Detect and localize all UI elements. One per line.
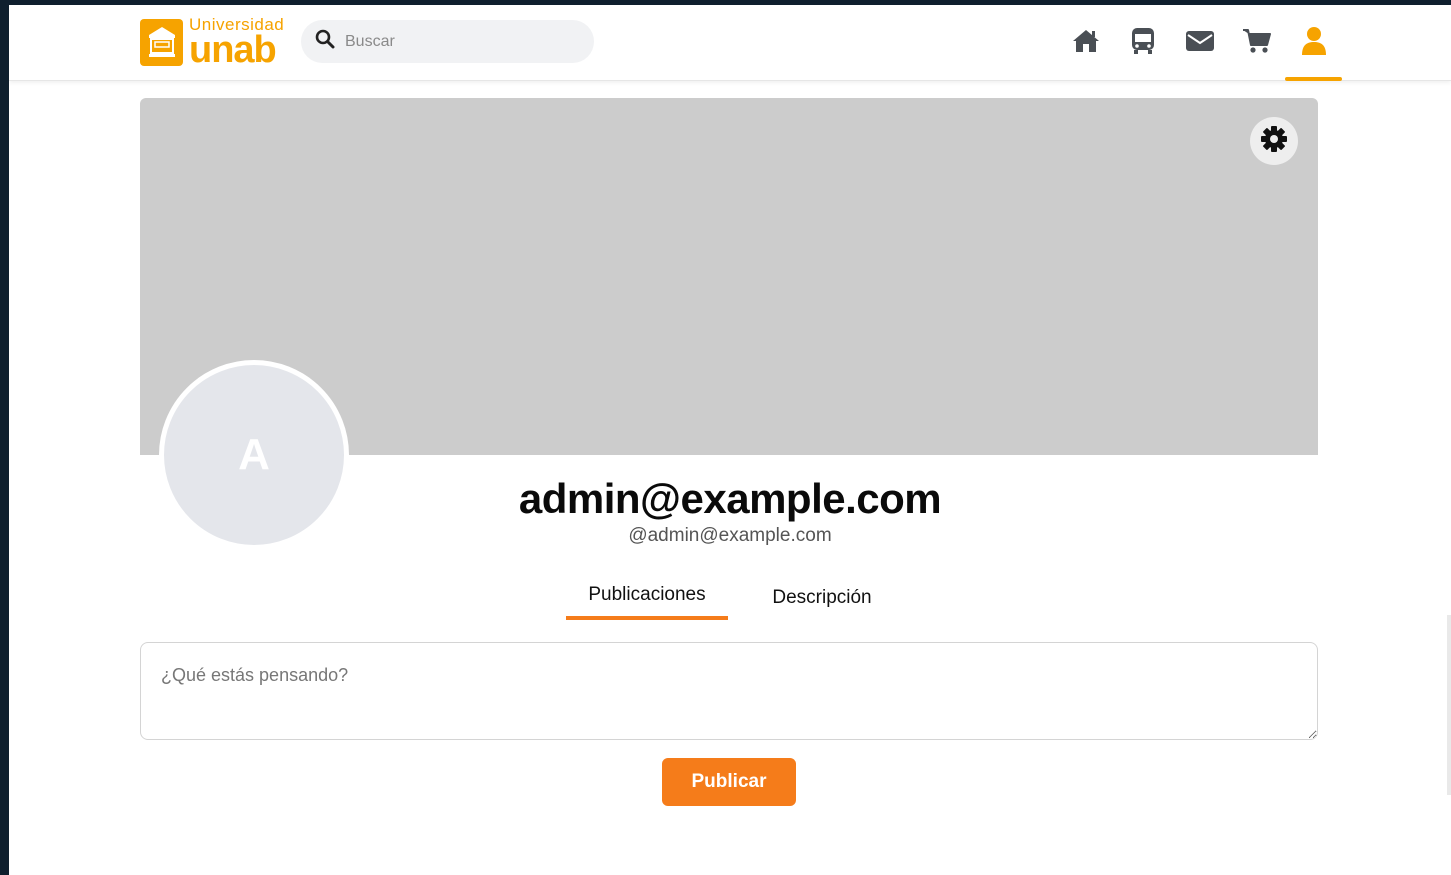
bus-icon [1129, 26, 1157, 61]
search-bar[interactable] [301, 20, 594, 63]
university-building-icon [140, 18, 183, 66]
search-input[interactable] [345, 32, 565, 51]
mail-icon [1185, 30, 1215, 57]
logo-wordmark: Universidad unab [189, 16, 284, 69]
nav-bus-button[interactable] [1114, 23, 1171, 63]
nav-profile-button[interactable] [1285, 23, 1342, 81]
logo-unab-text: unab [189, 28, 277, 71]
scrollbar-edge[interactable] [1447, 615, 1451, 795]
profile-settings-button[interactable] [1250, 117, 1298, 165]
profile-name: admin@example.com [518, 475, 942, 522]
nav-cart-button[interactable] [1228, 23, 1285, 63]
unab-logo[interactable]: Universidad unab [140, 16, 284, 69]
nav-mail-button[interactable] [1171, 23, 1228, 63]
cart-icon [1242, 27, 1272, 60]
search-icon [315, 29, 335, 54]
avatar-initial: A [238, 430, 270, 479]
gear-icon [1260, 125, 1288, 158]
home-icon [1071, 28, 1101, 59]
tab-publications[interactable]: Publicaciones [566, 580, 728, 620]
user-icon [1301, 26, 1327, 61]
profile-tabs: Publicaciones Descripción [566, 580, 916, 620]
main-nav [1057, 23, 1342, 81]
nav-home-button[interactable] [1057, 23, 1114, 63]
publish-button[interactable]: Publicar [662, 758, 796, 806]
post-composer [140, 642, 1318, 740]
post-textarea[interactable] [141, 643, 1317, 739]
profile-handle: @admin@example.com [628, 525, 832, 546]
app-frame: Universidad unab Buscar A admin@example.… [9, 5, 1451, 875]
top-navbar: Universidad unab [9, 5, 1451, 81]
tab-description[interactable]: Descripción [728, 580, 916, 620]
